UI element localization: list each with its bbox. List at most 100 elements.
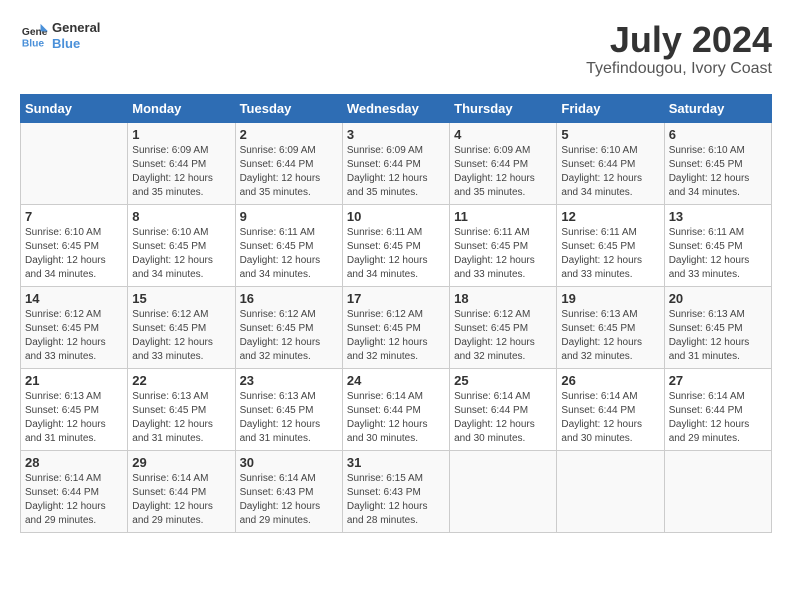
day-number: 6 [669,127,767,142]
day-number: 9 [240,209,338,224]
day-number: 8 [132,209,230,224]
day-number: 4 [454,127,552,142]
day-detail: Sunrise: 6:15 AM Sunset: 6:43 PM Dayligh… [347,472,445,528]
day-number: 30 [240,455,338,470]
day-number: 1 [132,127,230,142]
day-number: 10 [347,209,445,224]
logo-icon: General Blue [20,22,48,50]
calendar-week-row: 7 Sunrise: 6:10 AM Sunset: 6:45 PM Daylig… [21,204,772,286]
calendar-cell: 29 Sunrise: 6:14 AM Sunset: 6:44 PM Dayli… [128,450,235,532]
calendar-cell [450,450,557,532]
calendar-cell: 18 Sunrise: 6:12 AM Sunset: 6:45 PM Dayli… [450,286,557,368]
day-number: 14 [25,291,123,306]
day-header: Friday [557,94,664,122]
day-number: 23 [240,373,338,388]
day-header: Wednesday [342,94,449,122]
day-number: 19 [561,291,659,306]
calendar-cell: 13Sunrise: 6:11 AM Sunset: 6:45 PM Dayli… [664,204,771,286]
day-number: 5 [561,127,659,142]
calendar-cell: 30 Sunrise: 6:14 AM Sunset: 6:43 PM Dayli… [235,450,342,532]
day-detail: Sunrise: 6:12 AM Sunset: 6:45 PM Dayligh… [240,308,338,364]
day-number: 25 [454,373,552,388]
calendar-cell: 3Sunrise: 6:09 AM Sunset: 6:44 PM Daylig… [342,122,449,204]
calendar-cell: 15 Sunrise: 6:12 AM Sunset: 6:45 PM Dayli… [128,286,235,368]
day-detail: Sunrise: 6:12 AM Sunset: 6:45 PM Dayligh… [132,308,230,364]
day-header: Monday [128,94,235,122]
day-header: Tuesday [235,94,342,122]
day-detail: Sunrise: 6:11 AM Sunset: 6:45 PM Dayligh… [347,226,445,282]
calendar-cell: 2 Sunrise: 6:09 AM Sunset: 6:44 PM Daylig… [235,122,342,204]
day-number: 16 [240,291,338,306]
day-number: 2 [240,127,338,142]
title-block: July 2024 Tyefindougou, Ivory Coast [586,20,772,78]
calendar-cell: 31 Sunrise: 6:15 AM Sunset: 6:43 PM Dayli… [342,450,449,532]
day-number: 7 [25,209,123,224]
location-subtitle: Tyefindougou, Ivory Coast [586,60,772,78]
day-detail: Sunrise: 6:14 AM Sunset: 6:43 PM Dayligh… [240,472,338,528]
calendar-cell: 16 Sunrise: 6:12 AM Sunset: 6:45 PM Dayli… [235,286,342,368]
day-number: 29 [132,455,230,470]
day-number: 17 [347,291,445,306]
calendar-cell: 11Sunrise: 6:11 AM Sunset: 6:45 PM Dayli… [450,204,557,286]
calendar-cell: 25Sunrise: 6:14 AM Sunset: 6:44 PM Dayli… [450,368,557,450]
day-detail: Sunrise: 6:13 AM Sunset: 6:45 PM Dayligh… [240,390,338,446]
day-detail: Sunrise: 6:09 AM Sunset: 6:44 PM Dayligh… [132,144,230,200]
calendar-cell: 22 Sunrise: 6:13 AM Sunset: 6:45 PM Dayli… [128,368,235,450]
calendar-body: 1 Sunrise: 6:09 AM Sunset: 6:44 PM Daylig… [21,122,772,532]
page-header: General Blue General Blue July 2024 Tyef… [20,20,772,78]
day-detail: Sunrise: 6:14 AM Sunset: 6:44 PM Dayligh… [347,390,445,446]
day-detail: Sunrise: 6:13 AM Sunset: 6:45 PM Dayligh… [25,390,123,446]
day-detail: Sunrise: 6:14 AM Sunset: 6:44 PM Dayligh… [561,390,659,446]
day-detail: Sunrise: 6:13 AM Sunset: 6:45 PM Dayligh… [669,308,767,364]
day-detail: Sunrise: 6:10 AM Sunset: 6:45 PM Dayligh… [669,144,767,200]
calendar-cell: 19 Sunrise: 6:13 AM Sunset: 6:45 PM Dayli… [557,286,664,368]
calendar-cell: 28 Sunrise: 6:14 AM Sunset: 6:44 PM Dayli… [21,450,128,532]
day-detail: Sunrise: 6:10 AM Sunset: 6:44 PM Dayligh… [561,144,659,200]
day-number: 18 [454,291,552,306]
day-header: Sunday [21,94,128,122]
day-number: 31 [347,455,445,470]
day-detail: Sunrise: 6:11 AM Sunset: 6:45 PM Dayligh… [240,226,338,282]
day-detail: Sunrise: 6:12 AM Sunset: 6:45 PM Dayligh… [25,308,123,364]
day-number: 20 [669,291,767,306]
day-number: 27 [669,373,767,388]
calendar-cell: 14 Sunrise: 6:12 AM Sunset: 6:45 PM Dayli… [21,286,128,368]
day-detail: Sunrise: 6:09 AM Sunset: 6:44 PM Dayligh… [347,144,445,200]
calendar-cell: 5 Sunrise: 6:10 AM Sunset: 6:44 PM Daylig… [557,122,664,204]
svg-text:Blue: Blue [22,38,45,49]
day-number: 22 [132,373,230,388]
calendar-cell: 17Sunrise: 6:12 AM Sunset: 6:45 PM Dayli… [342,286,449,368]
calendar-cell: 1 Sunrise: 6:09 AM Sunset: 6:44 PM Daylig… [128,122,235,204]
calendar-cell: 24Sunrise: 6:14 AM Sunset: 6:44 PM Dayli… [342,368,449,450]
day-number: 26 [561,373,659,388]
calendar-cell: 27 Sunrise: 6:14 AM Sunset: 6:44 PM Dayli… [664,368,771,450]
day-detail: Sunrise: 6:11 AM Sunset: 6:45 PM Dayligh… [669,226,767,282]
day-detail: Sunrise: 6:14 AM Sunset: 6:44 PM Dayligh… [669,390,767,446]
day-detail: Sunrise: 6:12 AM Sunset: 6:45 PM Dayligh… [454,308,552,364]
logo-line1: General [52,20,100,36]
days-header-row: SundayMondayTuesdayWednesdayThursdayFrid… [21,94,772,122]
calendar-cell: 23 Sunrise: 6:13 AM Sunset: 6:45 PM Dayli… [235,368,342,450]
calendar-cell: 10 Sunrise: 6:11 AM Sunset: 6:45 PM Dayli… [342,204,449,286]
day-detail: Sunrise: 6:09 AM Sunset: 6:44 PM Dayligh… [240,144,338,200]
calendar-cell [664,450,771,532]
day-detail: Sunrise: 6:14 AM Sunset: 6:44 PM Dayligh… [132,472,230,528]
calendar-week-row: 1 Sunrise: 6:09 AM Sunset: 6:44 PM Daylig… [21,122,772,204]
calendar-cell: 8 Sunrise: 6:10 AM Sunset: 6:45 PM Daylig… [128,204,235,286]
day-detail: Sunrise: 6:09 AM Sunset: 6:44 PM Dayligh… [454,144,552,200]
logo-line2: Blue [52,36,100,52]
day-number: 12 [561,209,659,224]
calendar-cell: 7Sunrise: 6:10 AM Sunset: 6:45 PM Daylig… [21,204,128,286]
day-number: 28 [25,455,123,470]
day-detail: Sunrise: 6:11 AM Sunset: 6:45 PM Dayligh… [454,226,552,282]
day-detail: Sunrise: 6:13 AM Sunset: 6:45 PM Dayligh… [561,308,659,364]
calendar-cell: 12 Sunrise: 6:11 AM Sunset: 6:45 PM Dayli… [557,204,664,286]
day-detail: Sunrise: 6:10 AM Sunset: 6:45 PM Dayligh… [132,226,230,282]
day-number: 15 [132,291,230,306]
calendar-cell: 6 Sunrise: 6:10 AM Sunset: 6:45 PM Daylig… [664,122,771,204]
calendar-cell: 26 Sunrise: 6:14 AM Sunset: 6:44 PM Dayli… [557,368,664,450]
day-detail: Sunrise: 6:13 AM Sunset: 6:45 PM Dayligh… [132,390,230,446]
day-detail: Sunrise: 6:11 AM Sunset: 6:45 PM Dayligh… [561,226,659,282]
day-header: Saturday [664,94,771,122]
day-detail: Sunrise: 6:14 AM Sunset: 6:44 PM Dayligh… [25,472,123,528]
